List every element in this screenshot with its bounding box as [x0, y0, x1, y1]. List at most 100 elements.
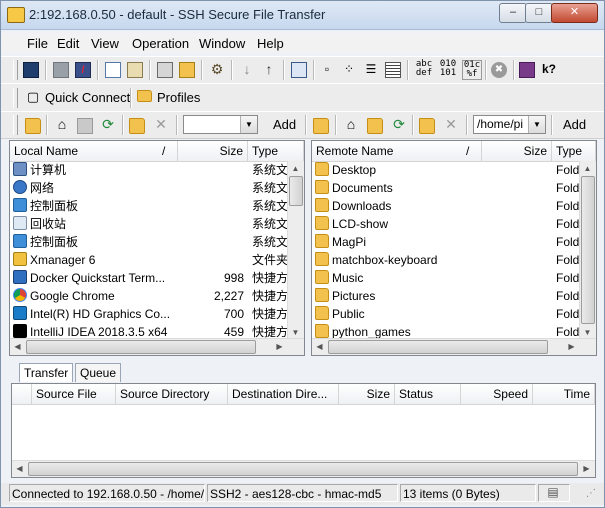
- chevron-down-icon[interactable]: ▼: [240, 116, 257, 133]
- menu-window[interactable]: Window: [199, 36, 245, 51]
- delete-icon[interactable]: ✕: [443, 117, 459, 133]
- list-item[interactable]: matchbox-keyboard Fold: [312, 251, 579, 269]
- profiles-button[interactable]: Profiles: [133, 86, 205, 108]
- remote-path-combo[interactable]: /home/pi ▼: [473, 115, 546, 134]
- paste-icon[interactable]: [127, 62, 143, 78]
- parent-folder-icon[interactable]: [25, 118, 41, 134]
- go-folder-icon[interactable]: [77, 118, 93, 134]
- remote-vertical-scrollbar[interactable]: ▲ ▼: [579, 161, 596, 341]
- auto-mode-icon[interactable]: 01c %f: [462, 60, 482, 80]
- menu-operation[interactable]: Operation: [132, 36, 189, 51]
- ascii-mode-icon[interactable]: abc def: [414, 60, 434, 80]
- list-item[interactable]: Pictures Fold: [312, 287, 579, 305]
- list-item[interactable]: Music Fold: [312, 269, 579, 287]
- details-view-icon[interactable]: [385, 62, 401, 78]
- tab-queue[interactable]: Queue: [75, 363, 122, 382]
- new-folder-icon[interactable]: [419, 118, 435, 134]
- size-header[interactable]: Size: [339, 384, 395, 404]
- scroll-left-icon[interactable]: ◀: [12, 461, 27, 476]
- scroll-thumb[interactable]: [289, 176, 303, 206]
- refresh-icon[interactable]: ⟳: [100, 117, 116, 133]
- stop-icon[interactable]: ✖: [491, 62, 507, 78]
- settings-icon[interactable]: ⚙: [209, 62, 225, 78]
- new-folder-icon[interactable]: [129, 118, 145, 134]
- local-horizontal-scrollbar[interactable]: ◀ ▶: [10, 338, 304, 355]
- new-terminal-icon[interactable]: [157, 62, 173, 78]
- minimize-button[interactable]: –: [499, 3, 527, 23]
- menu-edit[interactable]: Edit: [57, 36, 79, 51]
- scroll-right-icon[interactable]: ▶: [272, 339, 287, 354]
- transfer-icon-header[interactable]: [12, 384, 32, 404]
- menu-file[interactable]: File: [27, 36, 48, 51]
- local-add-button[interactable]: Add: [273, 117, 296, 132]
- local-type-header[interactable]: Type: [248, 141, 304, 161]
- title-bar[interactable]: 2:192.168.0.50 - default - SSH Secure Fi…: [1, 1, 604, 30]
- refresh-icon[interactable]: ⟳: [391, 117, 407, 133]
- local-size-header[interactable]: Size: [178, 141, 248, 161]
- list-item[interactable]: Documents Fold: [312, 179, 579, 197]
- remote-size-header[interactable]: Size: [482, 141, 552, 161]
- large-icons-icon[interactable]: ▫: [319, 62, 335, 78]
- list-item[interactable]: Intel(R) HD Graphics Co... 700 快捷方: [10, 305, 288, 323]
- source-file-header[interactable]: Source File: [32, 384, 116, 404]
- resize-grip[interactable]: ⋰: [572, 484, 598, 502]
- toolbar-grip[interactable]: [13, 88, 18, 108]
- transfer-horizontal-scrollbar[interactable]: ◀ ▶: [12, 460, 595, 477]
- scroll-thumb[interactable]: [28, 462, 578, 476]
- go-folder-icon[interactable]: [367, 118, 383, 134]
- remote-type-header[interactable]: Type: [552, 141, 596, 161]
- upload-icon[interactable]: ↑: [261, 62, 277, 78]
- list-view-icon[interactable]: ☰: [363, 62, 379, 78]
- maximize-button[interactable]: □: [525, 3, 553, 23]
- tab-transfer[interactable]: Transfer: [19, 363, 74, 382]
- destination-directory-header[interactable]: Destination Dire...: [228, 384, 339, 404]
- scroll-up-icon[interactable]: ▲: [288, 161, 303, 176]
- quick-connect-button[interactable]: ▢ Quick Connect: [19, 86, 130, 108]
- chevron-down-icon[interactable]: ▼: [528, 116, 545, 133]
- list-item[interactable]: Docker Quickstart Term... 998 快捷方: [10, 269, 288, 287]
- home-icon[interactable]: ⌂: [54, 117, 70, 133]
- scroll-up-icon[interactable]: ▲: [580, 161, 595, 176]
- download-icon[interactable]: ↓: [239, 62, 255, 78]
- list-item[interactable]: Public Fold: [312, 305, 579, 323]
- menu-help[interactable]: Help: [257, 36, 284, 51]
- scroll-thumb[interactable]: [581, 176, 595, 324]
- list-item[interactable]: 控制面板 系统文: [10, 197, 288, 215]
- list-item[interactable]: 回收站 系统文: [10, 215, 288, 233]
- scroll-right-icon[interactable]: ▶: [579, 461, 594, 476]
- list-item[interactable]: Downloads Fold: [312, 197, 579, 215]
- remote-add-button[interactable]: Add: [563, 117, 586, 132]
- local-name-header[interactable]: Local Name: [10, 141, 178, 161]
- list-item[interactable]: MagPi Fold: [312, 233, 579, 251]
- scroll-left-icon[interactable]: ◀: [10, 339, 25, 354]
- time-header[interactable]: Time: [533, 384, 595, 404]
- scroll-thumb[interactable]: [328, 340, 548, 354]
- list-item[interactable]: 网络 系统文: [10, 179, 288, 197]
- close-button[interactable]: ✕: [551, 3, 598, 23]
- list-item[interactable]: Google Chrome 2,227 快捷方: [10, 287, 288, 305]
- parent-folder-icon[interactable]: [313, 118, 329, 134]
- delete-icon[interactable]: ✕: [153, 117, 169, 133]
- print-icon[interactable]: /: [75, 62, 91, 78]
- list-item[interactable]: Desktop Fold: [312, 161, 579, 179]
- menu-view[interactable]: View: [91, 36, 119, 51]
- scroll-right-icon[interactable]: ▶: [564, 339, 579, 354]
- view-icon[interactable]: [291, 62, 307, 78]
- local-path-combo[interactable]: ▼: [183, 115, 258, 134]
- home-icon[interactable]: ⌂: [343, 117, 359, 133]
- help-topics-icon[interactable]: [519, 62, 535, 78]
- save-icon[interactable]: [23, 62, 39, 78]
- context-help-icon[interactable]: k?: [541, 62, 557, 78]
- binary-mode-icon[interactable]: 010 101: [438, 60, 458, 80]
- list-item[interactable]: Xmanager 6 文件夹: [10, 251, 288, 269]
- remote-name-header[interactable]: Remote Name: [312, 141, 482, 161]
- list-item[interactable]: 控制面板 系统文: [10, 233, 288, 251]
- toolbar-grip[interactable]: [13, 115, 18, 135]
- local-vertical-scrollbar[interactable]: ▲ ▼: [287, 161, 304, 341]
- scroll-left-icon[interactable]: ◀: [312, 339, 327, 354]
- speed-header[interactable]: Speed: [461, 384, 533, 404]
- remote-horizontal-scrollbar[interactable]: ◀ ▶: [312, 338, 596, 355]
- copy-icon[interactable]: [105, 62, 121, 78]
- toolbar-grip[interactable]: [13, 60, 18, 80]
- status-header[interactable]: Status: [395, 384, 461, 404]
